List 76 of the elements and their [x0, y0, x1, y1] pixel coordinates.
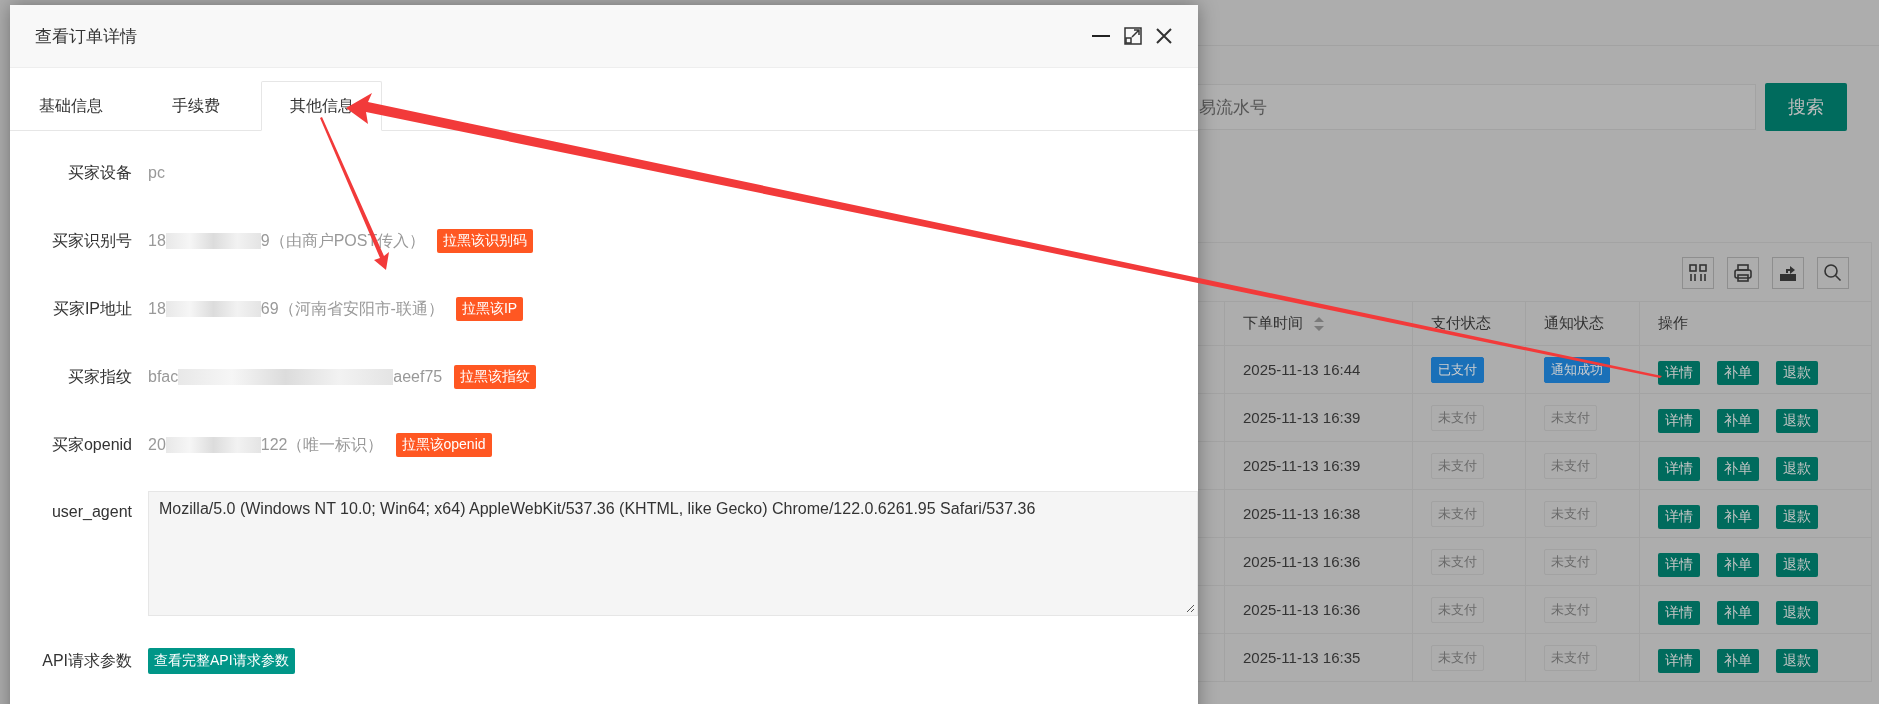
action-button[interactable]: 补单 [1717, 456, 1759, 481]
field-label: 买家指纹 [67, 366, 132, 387]
table-cell: 2025-11-13 16:38 [1243, 505, 1361, 522]
field-value: 18 [148, 232, 166, 250]
action-button[interactable]: 补单 [1717, 504, 1759, 529]
action-button[interactable]: 退款 [1776, 360, 1818, 385]
print-icon[interactable] [1727, 257, 1759, 289]
action-button[interactable]: 详情 [1658, 408, 1700, 433]
field-label: 买家openid [50, 434, 132, 455]
status-tag: 未支付 [1544, 548, 1597, 575]
action-button[interactable]: 退款 [1776, 408, 1818, 433]
action-button[interactable]: 详情 [1658, 456, 1700, 481]
status-tag: 未支付 [1544, 596, 1597, 623]
field-value: bfac [148, 368, 179, 386]
field-value: 122（唯一标识） [260, 434, 384, 455]
action-button[interactable]: 退款 [1776, 600, 1818, 625]
status-tag: 未支付 [1431, 548, 1484, 575]
field-label: user_agent [50, 502, 132, 521]
action-button[interactable]: 详情 [1658, 360, 1700, 385]
field-value: aeef75 [393, 368, 443, 386]
field-value: 18 [148, 300, 166, 318]
column-header: 通知状态 [1526, 302, 1640, 345]
status-tag: 未支付 [1431, 404, 1484, 431]
field-label: 买家识别号 [51, 230, 132, 251]
export-icon[interactable] [1772, 257, 1804, 289]
columns-icon[interactable] [1682, 257, 1714, 289]
field-value: 20 [148, 436, 166, 454]
search-button[interactable]: 搜索 [1765, 83, 1847, 131]
view-params-button[interactable]: 查看完整API请求参数 [148, 648, 295, 674]
field-label: 买家设备 [67, 162, 132, 183]
table-cell: 2025-11-13 16:39 [1243, 457, 1361, 474]
action-button[interactable]: 退款 [1776, 456, 1818, 481]
blacklist-button[interactable]: 拉黑该openid [395, 433, 492, 457]
action-button[interactable]: 补单 [1717, 408, 1759, 433]
field-label: API请求参数 [41, 650, 132, 671]
blacklist-button[interactable]: 拉黑该指纹 [454, 365, 537, 389]
blacklist-button[interactable]: 拉黑该IP [455, 297, 524, 321]
text-area[interactable]: Mozilla/5.0 (Windows NT 10.0; Win64; x64) AppleWebKit/537.36 (KHTML, like Gecko) Chrome/122.0.6261.95 Safari/537.36 [148, 491, 1198, 616]
status-tag: 未支付 [1544, 644, 1597, 671]
status-tag: 未支付 [1431, 644, 1484, 671]
close-icon[interactable] [1156, 28, 1172, 44]
window-title: 查看订单详情 [35, 25, 137, 48]
status-tag: 未支付 [1544, 404, 1597, 431]
action-button[interactable]: 补单 [1717, 360, 1759, 385]
field-value: pc [148, 164, 165, 182]
action-button[interactable]: 详情 [1658, 648, 1700, 673]
table-cell: 2025-11-13 16:44 [1243, 361, 1361, 378]
blacklist-button[interactable]: 拉黑该识别码 [437, 229, 534, 253]
status-tag: 未支付 [1431, 596, 1484, 623]
action-button[interactable]: 详情 [1658, 504, 1700, 529]
table-cell: 2025-11-13 16:36 [1243, 553, 1361, 570]
tab[interactable]: 基础信息 [10, 81, 131, 131]
status-tag: 已支付 [1431, 356, 1484, 383]
status-tag: 未支付 [1431, 500, 1484, 527]
column-header: 操作 [1657, 313, 1689, 333]
action-button[interactable]: 详情 [1658, 552, 1700, 577]
action-button[interactable]: 退款 [1776, 648, 1818, 673]
status-tag: 通知成功 [1544, 356, 1610, 383]
table-cell: 2025-11-13 16:36 [1243, 601, 1361, 618]
action-button[interactable]: 退款 [1776, 504, 1818, 529]
field-value: 69（河南省安阳市-联通） [260, 298, 444, 319]
action-button[interactable]: 补单 [1717, 600, 1759, 625]
status-tag: 未支付 [1544, 452, 1597, 479]
tab[interactable]: 手续费 [131, 81, 261, 131]
status-tag: 未支付 [1544, 500, 1597, 527]
action-button[interactable]: 详情 [1658, 600, 1700, 625]
maximize-icon[interactable] [1124, 27, 1142, 45]
table-cell: 2025-11-13 16:39 [1243, 409, 1361, 426]
action-button[interactable]: 补单 [1717, 648, 1759, 673]
search-icon[interactable] [1817, 257, 1849, 289]
status-tag: 未支付 [1431, 452, 1484, 479]
action-button[interactable]: 退款 [1776, 552, 1818, 577]
table-cell: 2025-11-13 16:35 [1243, 649, 1361, 666]
resize-icon[interactable] [1185, 603, 1195, 613]
field-label: 买家IP地址 [51, 298, 132, 319]
action-button[interactable]: 补单 [1717, 552, 1759, 577]
